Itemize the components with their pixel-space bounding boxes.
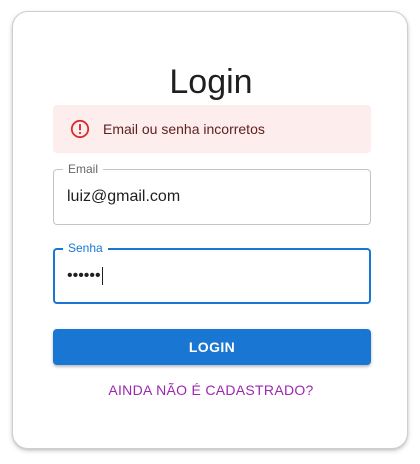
- error-alert: Email ou senha incorretos: [53, 105, 371, 153]
- login-card: Login Email ou senha incorretos Email lu…: [12, 11, 408, 449]
- error-alert-message: Email ou senha incorretos: [103, 121, 265, 137]
- password-masked-value: ••••••: [67, 267, 101, 284]
- page-title: Login: [169, 63, 253, 101]
- login-button[interactable]: LOGIN: [53, 329, 371, 365]
- email-field[interactable]: Email luiz@gmail.com: [53, 162, 371, 225]
- password-field[interactable]: Senha ••••••: [53, 241, 371, 304]
- register-link[interactable]: AINDA NÃO É CADASTRADO?: [13, 382, 409, 398]
- text-caret: [101, 267, 103, 285]
- password-field-value[interactable]: ••••••: [67, 249, 103, 303]
- error-outline-icon: [69, 118, 91, 140]
- email-field-value[interactable]: luiz@gmail.com: [67, 170, 180, 224]
